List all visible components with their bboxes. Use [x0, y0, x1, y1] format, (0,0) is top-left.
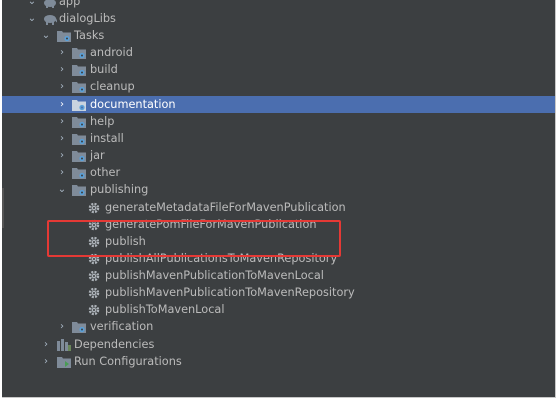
- chevron-down-icon[interactable]: ⌄: [27, 10, 37, 27]
- tree-item-label: android: [90, 46, 133, 59]
- gear-icon: [88, 236, 102, 248]
- tree-item-label: publishing: [90, 183, 149, 196]
- tree-item-label: generateMetadataFileForMavenPublication: [105, 201, 346, 214]
- tree-item-task-group[interactable]: › build: [2, 61, 555, 78]
- folder-gear-icon: [72, 321, 86, 333]
- gradle-tool-window: ⌄ app ⌄ dialogLibs ⌄ Tasks › android › b…: [2, 0, 556, 398]
- elephant-icon: [43, 13, 58, 25]
- tree-item-task-group-selected[interactable]: › documentation: [2, 96, 555, 113]
- tree-item-label: publishAllPublicationsToMavenRepository: [105, 252, 338, 265]
- chevron-down-icon[interactable]: ⌄: [41, 27, 51, 44]
- folder-gear-icon: [72, 167, 86, 179]
- chevron-down-icon[interactable]: ⌄: [57, 181, 67, 198]
- tree-item-label: verification: [90, 320, 154, 333]
- tree-item-label: dialogLibs: [59, 12, 116, 25]
- folder-gear-icon: [72, 81, 86, 93]
- tree-item-publishing[interactable]: ⌄ publishing: [2, 181, 555, 198]
- chevron-right-icon[interactable]: ›: [57, 78, 67, 95]
- tree-item-task-group[interactable]: › other: [2, 164, 555, 181]
- folder-gear-icon: [72, 116, 86, 128]
- tree-item-label: help: [90, 115, 115, 128]
- tree-item-label: publishMavenPublicationToMavenRepository: [105, 286, 355, 299]
- tree-item-tasks[interactable]: ⌄ Tasks: [2, 27, 555, 44]
- chevron-right-icon[interactable]: ›: [57, 44, 67, 61]
- chevron-right-icon[interactable]: ›: [57, 61, 67, 78]
- tree-item-task[interactable]: generateMetadataFileForMavenPublication: [2, 199, 555, 216]
- chevron-right-icon[interactable]: ›: [57, 96, 67, 113]
- gear-icon: [88, 304, 102, 316]
- tree-item-task-group[interactable]: › android: [2, 44, 555, 61]
- tree-item-task[interactable]: publishAllPublicationsToMavenRepository: [2, 250, 555, 267]
- chevron-right-icon[interactable]: ›: [41, 336, 51, 353]
- tree-item-task-group[interactable]: › install: [2, 130, 555, 147]
- tree-item-app[interactable]: ⌄ app: [2, 0, 555, 10]
- folder-gear-icon: [72, 184, 86, 196]
- chevron-right-icon[interactable]: ›: [57, 130, 67, 147]
- tree-item-label: generatePomFileForMavenPublication: [105, 218, 317, 231]
- chevron-down-icon[interactable]: ⌄: [27, 0, 37, 10]
- tree-item-label: Tasks: [74, 29, 105, 42]
- tree-item-label: publishMavenPublicationToMavenLocal: [105, 269, 324, 282]
- tree-item-dependencies[interactable]: › Dependencies: [2, 336, 555, 353]
- folder-gear-icon: [72, 150, 86, 162]
- dependencies-icon: [57, 339, 71, 351]
- gear-icon: [88, 202, 102, 214]
- folder-gear-icon: [72, 47, 86, 59]
- tree-item-task[interactable]: publish: [2, 233, 555, 250]
- tree-item-label: cleanup: [90, 80, 135, 93]
- tree-item-label: publishToMavenLocal: [105, 303, 225, 316]
- tree-item-task[interactable]: generatePomFileForMavenPublication: [2, 216, 555, 233]
- tree-item-label: other: [90, 166, 121, 179]
- folder-gear-icon: [72, 64, 86, 76]
- tree-item-task-group[interactable]: › cleanup: [2, 78, 555, 95]
- gear-icon: [88, 253, 102, 265]
- tree-item-label: Dependencies: [74, 338, 155, 351]
- tree-item-label: documentation: [90, 98, 176, 111]
- chevron-right-icon[interactable]: ›: [57, 113, 67, 130]
- tree-item-task[interactable]: publishMavenPublicationToMavenRepository: [2, 284, 555, 301]
- chevron-right-icon[interactable]: ›: [57, 147, 67, 164]
- tree-item-label: publish: [105, 235, 146, 248]
- tree-item-task[interactable]: publishToMavenLocal: [2, 301, 555, 318]
- folder-gear-icon: [57, 30, 71, 42]
- tree-item-label: jar: [90, 149, 105, 162]
- tree-item-label: Run Configurations: [74, 355, 182, 368]
- tree-item-run-configurations[interactable]: › Run Configurations: [2, 353, 555, 370]
- tree-item-label: app: [59, 0, 81, 8]
- tree-item-task-group[interactable]: › help: [2, 113, 555, 130]
- gear-icon: [88, 219, 102, 231]
- chevron-right-icon[interactable]: ›: [41, 353, 51, 370]
- tree-item-label: build: [90, 63, 118, 76]
- tree-item-label: install: [90, 132, 124, 145]
- chevron-right-icon[interactable]: ›: [57, 318, 67, 335]
- gear-icon: [88, 287, 102, 299]
- gear-icon: [88, 270, 102, 282]
- tree-item-dialoglibs[interactable]: ⌄ dialogLibs: [2, 10, 555, 27]
- tree-item-task[interactable]: publishMavenPublicationToMavenLocal: [2, 267, 555, 284]
- tree-item-task-group[interactable]: › jar: [2, 147, 555, 164]
- folder-gear-icon: [72, 99, 86, 111]
- tree-item-verification[interactable]: › verification: [2, 318, 555, 335]
- chevron-right-icon[interactable]: ›: [57, 164, 67, 181]
- folder-gear-icon: [72, 133, 86, 145]
- run-configurations-icon: [57, 356, 71, 368]
- elephant-icon: [43, 0, 57, 8]
